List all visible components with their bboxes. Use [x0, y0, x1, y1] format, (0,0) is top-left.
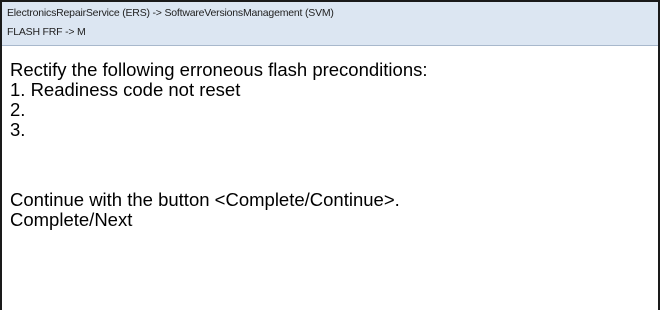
- dialog-header: ElectronicsRepairService (ERS) -> Softwa…: [2, 2, 658, 46]
- complete-next-label: Complete/Next: [10, 209, 133, 230]
- precondition-item-2: 2.: [10, 99, 26, 120]
- continue-instruction: Continue with the button <Complete/Conti…: [10, 189, 400, 210]
- message-intro: Rectify the following erroneous flash pr…: [10, 59, 428, 80]
- precondition-item-3: 3.: [10, 119, 26, 140]
- function-path: FLASH FRF -> M: [7, 26, 86, 38]
- precondition-item-1: 1. Readiness code not reset: [10, 79, 241, 100]
- message-body: Rectify the following erroneous flash pr…: [10, 60, 650, 230]
- breadcrumb: ElectronicsRepairService (ERS) -> Softwa…: [7, 7, 334, 19]
- dialog-window: ElectronicsRepairService (ERS) -> Softwa…: [0, 0, 660, 310]
